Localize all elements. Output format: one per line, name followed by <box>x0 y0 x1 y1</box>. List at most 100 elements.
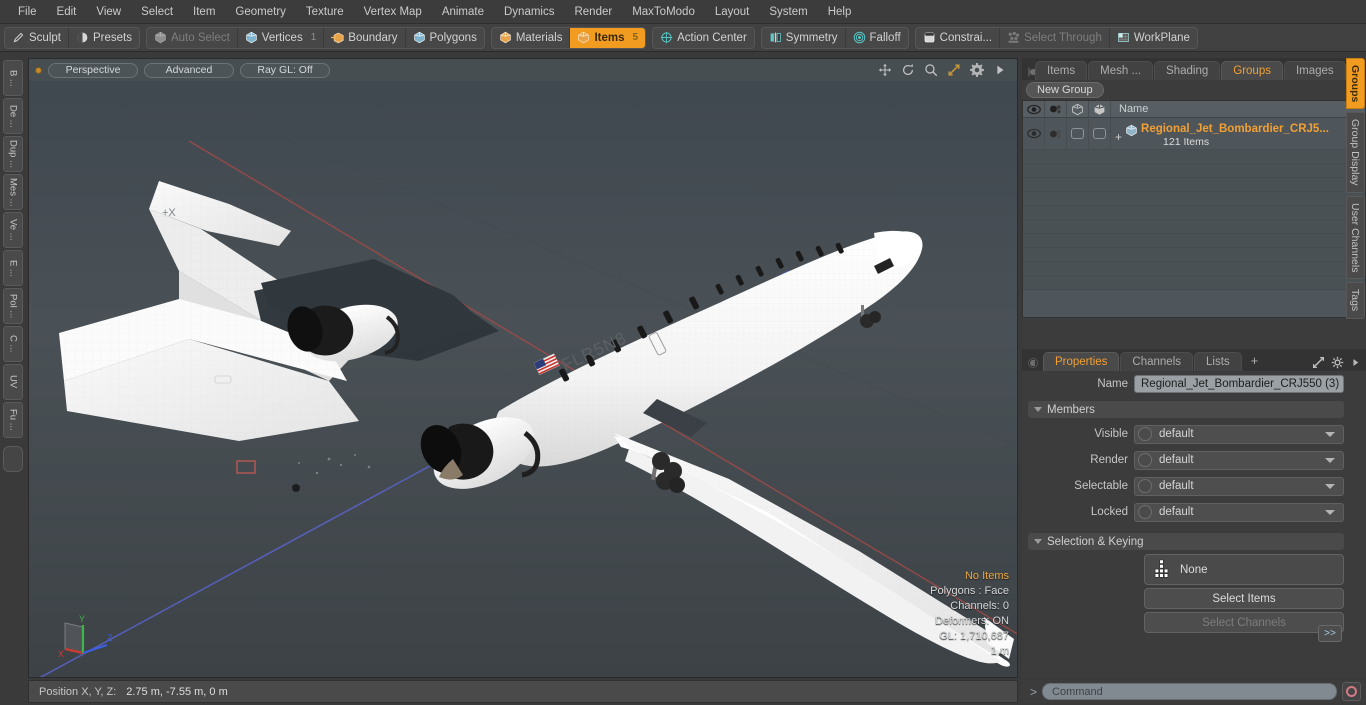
select-channels-button: Select Channels <box>1144 612 1344 633</box>
row-eye-toggle[interactable] <box>1023 117 1045 150</box>
state-knob[interactable] <box>1138 479 1152 493</box>
gear-icon[interactable] <box>1331 356 1344 369</box>
boundary-button[interactable]: Boundary <box>324 27 406 48</box>
rotate-icon[interactable] <box>901 63 915 77</box>
button-label: Constrai... <box>939 31 993 44</box>
tab-shading[interactable]: Shading <box>1154 61 1221 80</box>
menu-item-file[interactable]: File <box>8 3 47 21</box>
action-center-button[interactable]: Action Center <box>653 28 754 48</box>
move-icon[interactable] <box>878 63 892 77</box>
falloff-button[interactable]: Falloff <box>846 28 908 48</box>
zoom-icon[interactable] <box>924 63 938 77</box>
viewport-shading-selector[interactable]: Advanced <box>144 62 234 78</box>
selectable-dropdown[interactable]: default <box>1134 476 1344 496</box>
vertices-button[interactable]: Vertices 1 <box>238 27 325 48</box>
state-knob[interactable] <box>1138 453 1152 467</box>
workplane-button[interactable]: WorkPlane <box>1110 28 1197 48</box>
menu-item-maxtomodo[interactable]: MaxToModo <box>622 3 705 21</box>
more-options-button[interactable]: >> <box>1318 625 1342 642</box>
menu-item-layout[interactable]: Layout <box>705 3 760 21</box>
boundary-icon <box>331 31 344 44</box>
left-tool-tab-8[interactable]: UV <box>3 364 23 400</box>
side-tab-user-channels[interactable]: User Channels <box>1345 195 1365 280</box>
items-button[interactable]: Items 5 <box>570 27 646 48</box>
left-tool-tab-extra[interactable] <box>3 446 23 472</box>
left-tool-tab-3[interactable]: Mes ... <box>3 174 23 210</box>
expand-toggle[interactable]: + <box>1115 119 1122 148</box>
viewport-scene[interactable]: FLR5N8 +X No Items Polygons: Face Chann… <box>29 81 1017 677</box>
menu-item-vertex-map[interactable]: Vertex Map <box>354 3 432 21</box>
tab-mesh[interactable]: Mesh ... <box>1088 61 1154 80</box>
command-input[interactable]: Command <box>1042 683 1337 700</box>
properties-menu-dot[interactable] <box>1028 358 1038 368</box>
menu-item-select[interactable]: Select <box>131 3 183 21</box>
sculpt-button[interactable]: Sculpt <box>5 27 69 48</box>
select-items-button[interactable]: Select Items <box>1144 588 1344 609</box>
menu-item-texture[interactable]: Texture <box>296 3 354 21</box>
play-icon[interactable] <box>993 63 1007 77</box>
new-group-button[interactable]: New Group <box>1026 82 1104 98</box>
viewport-3d[interactable]: Perspective Advanced Ray GL: Off FLR5N8 … <box>28 58 1018 678</box>
row-shaded-toggle[interactable] <box>1089 117 1111 150</box>
cube-grey-icon <box>154 31 167 44</box>
viewport-raygl-toggle[interactable]: Ray GL: Off <box>240 62 330 78</box>
left-tool-tab-1[interactable]: De ... <box>3 98 23 134</box>
tab-lists[interactable]: Lists <box>1194 352 1242 371</box>
panel-menu-dot[interactable] <box>1028 67 1035 77</box>
selection-keying-section-header[interactable]: Selection & Keying <box>1028 533 1344 550</box>
gear-icon[interactable] <box>970 63 984 77</box>
group-list[interactable]: Name + Regional_Jet_Bombardier_CRJ5... 1… <box>1022 100 1366 318</box>
state-knob[interactable] <box>1138 505 1152 519</box>
members-section-header[interactable]: Members <box>1028 401 1344 418</box>
menu-item-item[interactable]: Item <box>183 3 225 21</box>
side-tab-group-display[interactable]: Group Display <box>1345 112 1365 193</box>
menu-item-system[interactable]: System <box>759 3 817 21</box>
side-tab-groups[interactable]: Groups <box>1345 58 1365 110</box>
position-label: Position X, Y, Z: <box>39 685 117 698</box>
left-tool-tab-5[interactable]: E ... <box>3 250 23 286</box>
add-properties-tab-button[interactable]: + <box>1243 350 1267 371</box>
render-icon[interactable] <box>1049 128 1063 140</box>
left-tool-tab-7[interactable]: C ... <box>3 326 23 362</box>
menu-item-animate[interactable]: Animate <box>432 3 494 21</box>
menu-item-dynamics[interactable]: Dynamics <box>494 3 564 21</box>
menu-item-help[interactable]: Help <box>818 3 862 21</box>
render-dropdown[interactable]: default <box>1134 450 1344 470</box>
state-knob[interactable] <box>1138 427 1152 441</box>
row-render-toggle[interactable] <box>1045 117 1067 150</box>
menu-item-render[interactable]: Render <box>564 3 622 21</box>
tab-properties[interactable]: Properties <box>1043 352 1120 371</box>
symmetry-button[interactable]: Symmetry <box>762 27 846 48</box>
left-tool-tab-6[interactable]: Pol ... <box>3 288 23 324</box>
fit-icon[interactable] <box>947 63 961 77</box>
tab-items[interactable]: Items <box>1035 61 1088 80</box>
left-tool-tab-0[interactable]: B ... <box>3 60 23 96</box>
keyset-selector[interactable]: None <box>1144 554 1344 585</box>
menu-item-view[interactable]: View <box>86 3 131 21</box>
expand-icon[interactable] <box>1312 356 1325 369</box>
row-name-cell[interactable]: + Regional_Jet_Bombardier_CRJ5... 121 It… <box>1111 119 1365 148</box>
name-input[interactable]: Regional_Jet_Bombardier_CRJ550 (3) <box>1134 375 1344 393</box>
left-tool-tab-9[interactable]: Fu ... <box>3 402 23 438</box>
left-tool-tab-4[interactable]: Ve ... <box>3 212 23 248</box>
row-wireframe-toggle[interactable] <box>1067 117 1089 150</box>
side-tab-tags[interactable]: Tags <box>1345 282 1365 319</box>
visible-dropdown[interactable]: default <box>1134 424 1344 444</box>
constrai-button[interactable]: Constrai... <box>916 27 1001 48</box>
viewport-menu-dot[interactable] <box>35 66 42 74</box>
table-row[interactable]: + Regional_Jet_Bombardier_CRJ5... 121 It… <box>1023 117 1365 150</box>
presets-button[interactable]: Presets <box>69 28 139 48</box>
axis-gizmo[interactable]: Y Z X <box>49 605 119 665</box>
menu-item-geometry[interactable]: Geometry <box>225 3 296 21</box>
tab-groups[interactable]: Groups <box>1221 61 1283 80</box>
tab-channels[interactable]: Channels <box>1120 352 1194 371</box>
record-icon[interactable] <box>1342 682 1361 701</box>
menu-item-edit[interactable]: Edit <box>47 3 87 21</box>
left-tool-tab-2[interactable]: Dup ... <box>3 136 23 172</box>
polygons-button[interactable]: Polygons <box>406 28 484 48</box>
tab-images[interactable]: Images <box>1283 61 1346 80</box>
locked-dropdown[interactable]: default <box>1134 502 1344 522</box>
eye-icon[interactable] <box>1026 128 1041 139</box>
materials-button[interactable]: Materials <box>492 27 571 48</box>
viewport-projection-selector[interactable]: Perspective <box>48 62 138 78</box>
